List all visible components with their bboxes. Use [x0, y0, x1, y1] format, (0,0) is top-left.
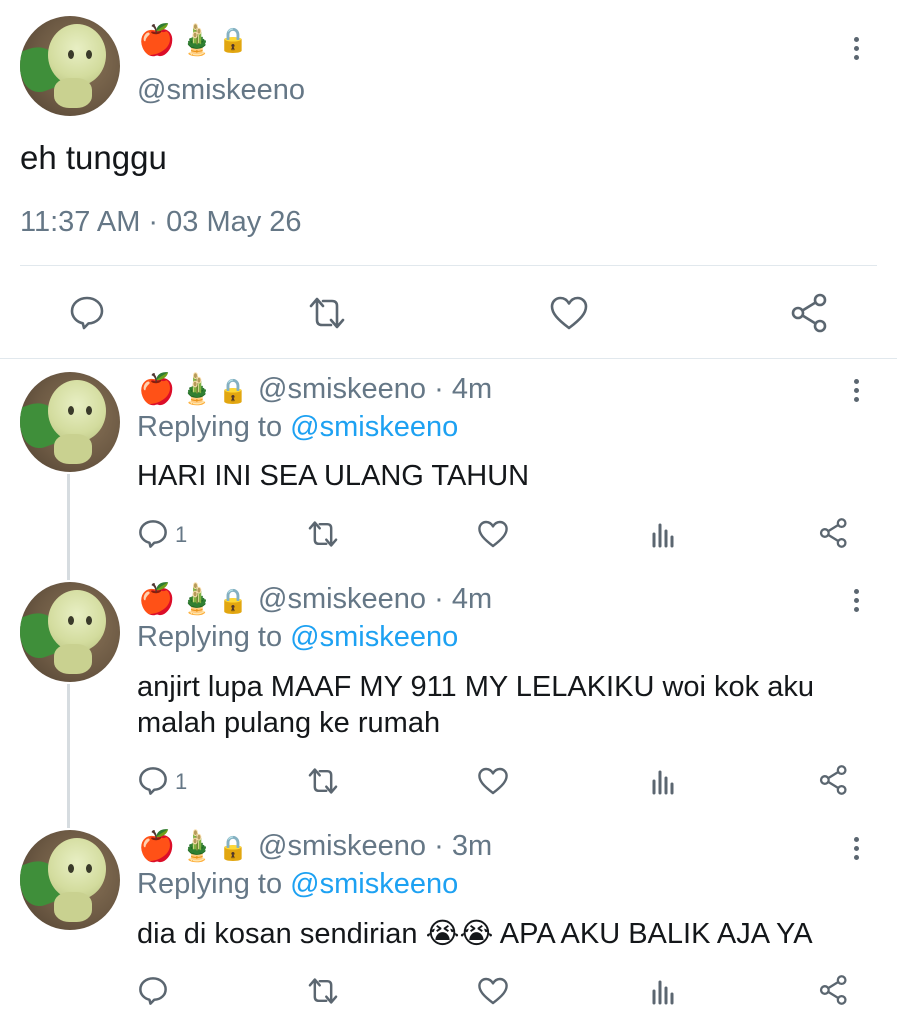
pine-decoration-emoji: 🎍 [178, 583, 216, 616]
user-handle[interactable]: @smiskeeno · 4m [258, 583, 492, 616]
more-options-icon[interactable] [852, 589, 860, 616]
lock-icon: 🔒 [218, 378, 248, 405]
reply-icon[interactable] [68, 294, 106, 332]
tweet-text: eh tunggu [20, 139, 167, 176]
share-icon[interactable] [818, 974, 850, 1006]
relative-time: · 3m [434, 830, 493, 862]
share-icon[interactable] [818, 517, 850, 549]
avatar[interactable] [20, 16, 120, 116]
pine-decoration-emoji: 🎍 [178, 830, 216, 863]
tweet-text-line: malah pulang ke rumah [137, 707, 441, 739]
divider [20, 265, 877, 266]
reply-icon[interactable] [137, 518, 169, 550]
share-icon[interactable] [789, 292, 831, 334]
apple-emoji: 🍎 [138, 830, 176, 863]
retweet-icon[interactable] [305, 294, 349, 332]
analytics-icon[interactable] [650, 977, 678, 1005]
apple-emoji: 🍎 [138, 583, 176, 616]
user-handle[interactable]: @smiskeeno · 4m [258, 373, 492, 406]
apple-emoji: 🍎 [138, 373, 176, 406]
tweet-text: HARI INI SEA ULANG TAHUN [137, 460, 530, 492]
replying-handle-link[interactable]: @smiskeeno [290, 621, 458, 653]
user-handle[interactable]: @smiskeeno · 3m [258, 830, 492, 863]
more-options-icon[interactable] [852, 37, 860, 64]
replying-handle-link[interactable]: @smiskeeno [290, 868, 458, 900]
replying-to: Replying to @smiskeeno [137, 411, 458, 444]
reply-count: 1 [175, 522, 188, 547]
replying-handle-link[interactable]: @smiskeeno [290, 411, 458, 443]
replying-prefix: Replying to [137, 621, 283, 653]
thread-line [67, 684, 70, 828]
share-icon[interactable] [818, 764, 850, 796]
analytics-icon[interactable] [650, 767, 678, 795]
reply-icon[interactable] [137, 975, 169, 1007]
like-icon[interactable] [477, 975, 509, 1007]
user-handle[interactable]: @smiskeeno [137, 74, 305, 107]
reply-icon[interactable] [137, 765, 169, 797]
replying-to: Replying to @smiskeeno [137, 621, 458, 654]
avatar[interactable] [20, 830, 120, 930]
lock-icon: 🔒 [218, 588, 248, 615]
relative-time: · 4m [434, 373, 493, 405]
thread-line [67, 474, 70, 580]
pine-decoration-emoji: 🎍 [178, 373, 216, 406]
retweet-icon[interactable] [305, 975, 341, 1007]
tweet-text: dia di kosan sendirian 😭😭 APA AKU BALIK … [137, 918, 813, 950]
handle-text[interactable]: @smiskeeno [258, 583, 426, 615]
more-options-icon[interactable] [852, 379, 860, 406]
avatar[interactable] [20, 372, 120, 472]
tweet-timestamp[interactable]: 11:37 AM · 03 May 26 [20, 206, 302, 239]
reply-count: 1 [175, 769, 188, 794]
like-icon[interactable] [477, 765, 509, 797]
relative-time: · 4m [434, 583, 493, 615]
apple-emoji: 🍎 [138, 24, 176, 57]
tweet-text: anjirt lupa MAAF MY 911 MY LELAKIKU woi … [137, 669, 814, 741]
retweet-icon[interactable] [305, 765, 341, 797]
replying-prefix: Replying to [137, 868, 283, 900]
avatar[interactable] [20, 582, 120, 682]
lock-icon: 🔒 [218, 835, 248, 862]
analytics-icon[interactable] [650, 520, 678, 548]
tweet-text-line: anjirt lupa MAAF MY 911 MY LELAKIKU woi … [137, 671, 814, 703]
more-options-icon[interactable] [852, 837, 860, 864]
replying-prefix: Replying to [137, 411, 283, 443]
handle-text[interactable]: @smiskeeno [258, 373, 426, 405]
like-icon[interactable] [549, 294, 589, 332]
lock-icon: 🔒 [218, 27, 248, 54]
replying-to: Replying to @smiskeeno [137, 868, 458, 901]
pine-decoration-emoji: 🎍 [178, 24, 216, 57]
retweet-icon[interactable] [305, 518, 341, 550]
section-divider [0, 358, 897, 359]
like-icon[interactable] [477, 518, 509, 550]
handle-text[interactable]: @smiskeeno [258, 830, 426, 862]
